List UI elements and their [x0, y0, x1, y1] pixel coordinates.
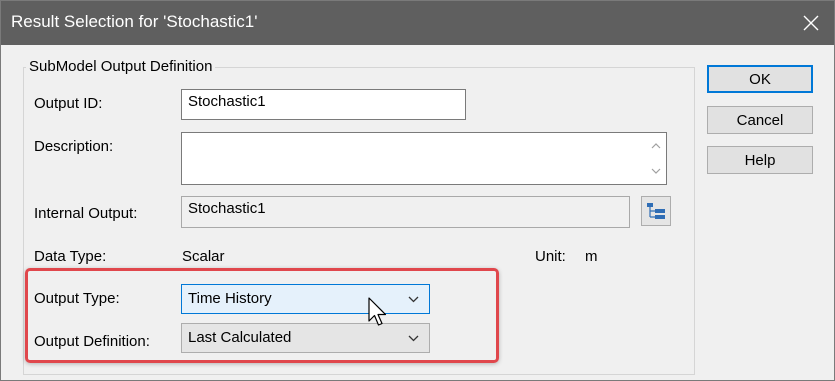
data-type-label: Data Type:: [34, 248, 107, 265]
output-id-value: Stochastic1: [188, 93, 266, 110]
description-field[interactable]: [181, 132, 667, 185]
highlight-box: [25, 268, 499, 363]
cancel-button-label: Cancel: [736, 111, 784, 129]
help-button-label: Help: [744, 151, 776, 169]
tree-browse-icon: [647, 203, 665, 219]
scroll-down-arrow[interactable]: [647, 161, 665, 181]
help-button[interactable]: Help: [707, 146, 813, 174]
internal-output-label: Internal Output:: [34, 205, 138, 222]
ok-button-label: OK: [749, 70, 771, 88]
data-type-value: Scalar: [182, 248, 225, 265]
dialog-window: Result Selection for 'Stochastic1' SubMo…: [0, 0, 835, 381]
scroll-up-arrow[interactable]: [647, 136, 665, 156]
title-bar[interactable]: Result Selection for 'Stochastic1': [1, 1, 834, 45]
chevron-down-icon: [651, 168, 661, 174]
close-button[interactable]: [788, 1, 834, 45]
mouse-pointer-icon: [368, 297, 387, 326]
group-legend: SubModel Output Definition: [26, 58, 216, 75]
description-label: Description:: [34, 138, 114, 155]
browse-internal-output-button[interactable]: [641, 196, 671, 226]
internal-output-field: Stochastic1: [181, 196, 630, 228]
internal-output-value: Stochastic1: [188, 200, 266, 217]
chevron-up-icon: [651, 143, 661, 149]
unit-value: m: [585, 248, 598, 265]
unit-label: Unit:: [535, 248, 566, 265]
description-scrollbar[interactable]: [647, 134, 665, 183]
window-title: Result Selection for 'Stochastic1': [11, 12, 258, 31]
output-id-field[interactable]: Stochastic1: [181, 89, 466, 120]
ok-button[interactable]: OK: [707, 65, 813, 93]
output-id-label: Output ID:: [34, 95, 103, 112]
close-icon: [803, 15, 819, 31]
cancel-button[interactable]: Cancel: [707, 106, 813, 134]
